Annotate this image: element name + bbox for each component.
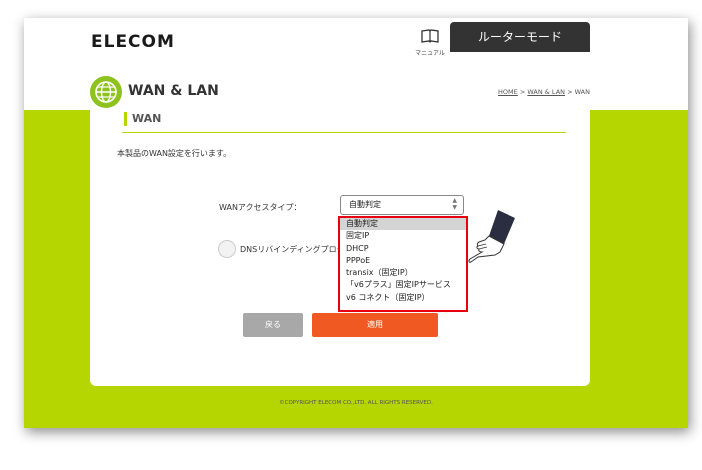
manual-link[interactable]: マニュアル — [412, 28, 448, 57]
page-title: WAN & LAN — [128, 83, 219, 99]
breadcrumb-home[interactable]: HOME — [498, 88, 518, 96]
section-divider — [122, 132, 566, 133]
back-button[interactable]: 戻る — [243, 313, 303, 337]
dropdown-option[interactable]: DHCP — [340, 243, 466, 255]
select-arrows-icon: ▲ ▼ — [452, 197, 457, 211]
dropdown-option[interactable]: 「v6プラス」固定IPサービス — [340, 279, 466, 291]
breadcrumb-wan-lan[interactable]: WAN & LAN — [527, 88, 565, 96]
breadcrumb-separator: > — [517, 88, 528, 96]
browser-frame: ELECOM マニュアル ルーターモード WAN & LAN HOME > WA… — [24, 18, 688, 428]
dropdown-option[interactable]: PPPoE — [340, 255, 466, 267]
elecom-logo: ELECOM — [91, 32, 175, 52]
wan-access-type-select[interactable]: 自動判定 ▲ ▼ — [340, 195, 464, 215]
dns-rebinding-toggle[interactable] — [218, 240, 236, 258]
dropdown-option[interactable]: v6 コネクト（固定IP） — [340, 292, 466, 304]
wan-access-type-dropdown: 自動判定 固定IP DHCP PPPoE transix（固定IP） 「v6プラ… — [338, 216, 468, 312]
wan-access-type-value: 自動判定 — [349, 200, 381, 209]
apply-button[interactable]: 適用 — [312, 313, 438, 337]
dns-rebinding-label: DNSリバインディングプロテクション — [240, 245, 342, 254]
globe-icon — [90, 76, 122, 108]
section-title: WAN — [132, 112, 162, 125]
copyright-footer: ©COPYRIGHT ELECOM CO.,LTD. ALL RIGHTS RE… — [279, 400, 433, 406]
section-title-bar — [124, 112, 127, 126]
router-mode-tab[interactable]: ルーターモード — [450, 22, 590, 52]
dropdown-option[interactable]: transix（固定IP） — [340, 267, 466, 279]
dropdown-option[interactable]: 自動判定 — [340, 218, 466, 231]
pointing-hand-icon — [468, 206, 518, 272]
dropdown-option[interactable]: 固定IP — [340, 230, 466, 242]
breadcrumb-separator: > — [565, 88, 575, 96]
wan-access-type-label: WANアクセスタイプ： — [219, 203, 302, 212]
manual-label: マニュアル — [415, 50, 445, 57]
section-description: 本製品のWAN設定を行います。 — [117, 149, 232, 158]
manual-book-icon — [421, 29, 439, 43]
breadcrumb: HOME > WAN & LAN > WAN — [498, 88, 590, 96]
breadcrumb-current: WAN — [574, 88, 590, 96]
